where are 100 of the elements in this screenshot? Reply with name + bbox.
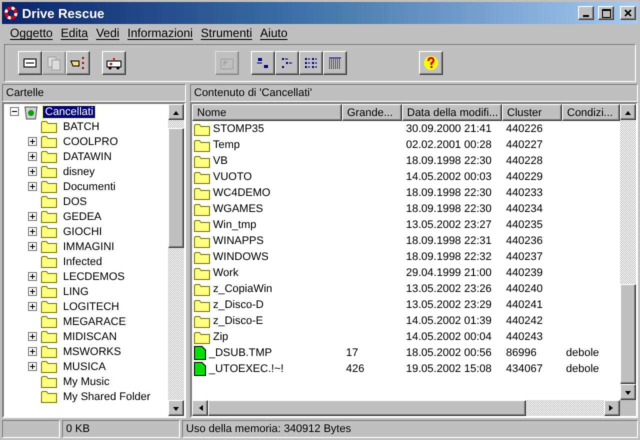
- tree-item[interactable]: MUSICA: [61, 360, 108, 372]
- expand-toggle[interactable]: [28, 212, 37, 221]
- expand-toggle[interactable]: [28, 332, 37, 341]
- file-name[interactable]: Temp: [213, 139, 240, 151]
- folder-icon: [41, 330, 57, 343]
- file-name[interactable]: VUOTO: [213, 171, 252, 183]
- file-name[interactable]: z_CopiaWin: [213, 283, 272, 295]
- cluster-cell: 440234: [506, 203, 543, 215]
- pane-title: Contenuto di 'Cancellati': [190, 84, 638, 102]
- menu-item[interactable]: Strumenti: [196, 26, 256, 40]
- tree-item[interactable]: DOS: [61, 196, 89, 208]
- column-header[interactable]: Condizi...: [562, 104, 620, 121]
- cluster-cell: 440239: [506, 267, 543, 279]
- toolbar-button[interactable]: [323, 51, 347, 75]
- file-name[interactable]: z_Disco-E: [213, 315, 264, 327]
- tree-item[interactable]: disney: [61, 166, 97, 178]
- folder-icon: [41, 135, 57, 148]
- expand-toggle[interactable]: [28, 152, 37, 161]
- tree-item[interactable]: LING: [61, 286, 91, 298]
- file-name[interactable]: Work: [213, 267, 238, 279]
- folder-icon: [194, 138, 210, 152]
- toolbar-button[interactable]: [66, 51, 90, 75]
- tree-item[interactable]: GEDEA: [61, 210, 104, 222]
- menu-item[interactable]: Edita: [56, 26, 92, 40]
- tree-item[interactable]: GIOCHI: [61, 226, 104, 238]
- maximize-button[interactable]: [598, 6, 614, 20]
- column-header[interactable]: Grande...: [342, 104, 402, 121]
- expand-toggle[interactable]: [28, 362, 37, 371]
- status-text: 0 KB: [62, 420, 180, 438]
- tree-item[interactable]: My Music: [61, 376, 112, 388]
- expand-toggle[interactable]: [28, 182, 37, 191]
- toolbar-button[interactable]: [275, 51, 299, 75]
- date-cell: 13.05.2002 23:26: [406, 283, 492, 295]
- lifebuoy-icon: [4, 6, 18, 20]
- tree-item[interactable]: Cancellati: [43, 106, 96, 118]
- expand-toggle[interactable]: [28, 167, 37, 176]
- file-name[interactable]: _UTOEXEC.!~!: [209, 363, 284, 375]
- folder-icon: [41, 345, 57, 358]
- menu-item[interactable]: Informazioni: [123, 26, 197, 40]
- column-header[interactable]: Data della modifi...: [402, 104, 502, 121]
- menu-item[interactable]: Vedi: [92, 26, 124, 40]
- cluster-cell: 434067: [506, 363, 543, 375]
- folder-icon: [41, 285, 57, 298]
- tree-item[interactable]: LECDEMOS: [61, 270, 127, 282]
- folder-icon: [41, 360, 57, 373]
- expand-toggle[interactable]: [28, 272, 37, 281]
- size-cell: 17: [346, 347, 358, 359]
- expand-toggle[interactable]: [28, 302, 37, 311]
- vertical-scrollbar[interactable]: [620, 104, 636, 400]
- toolbar-button[interactable]: [102, 51, 126, 75]
- file-name[interactable]: _DSUB.TMP: [209, 347, 272, 359]
- cluster-cell: 440229: [506, 171, 543, 183]
- folder-icon: [194, 202, 210, 216]
- file-name[interactable]: Zip: [213, 331, 228, 343]
- file-name[interactable]: WINAPPS: [213, 235, 264, 247]
- menu-item[interactable]: Oggetto: [6, 26, 57, 40]
- toolbar-button[interactable]: [18, 51, 42, 75]
- tree-item[interactable]: LOGITECH: [61, 300, 122, 312]
- tree-item[interactable]: My Shared Folder: [61, 390, 152, 402]
- tree-item[interactable]: MSWORKS: [61, 346, 124, 358]
- file-name[interactable]: Win_tmp: [213, 219, 256, 231]
- cluster-cell: 86996: [506, 347, 537, 359]
- file-name[interactable]: STOMP35: [213, 123, 264, 135]
- expand-toggle[interactable]: [28, 242, 37, 251]
- toolbar-button[interactable]: [419, 51, 443, 75]
- file-name[interactable]: z_Disco-D: [213, 299, 264, 311]
- folder-icon: [41, 225, 57, 238]
- vertical-scrollbar[interactable]: [168, 104, 184, 416]
- tree-item[interactable]: BATCH: [61, 120, 102, 132]
- file-name[interactable]: WINDOWS: [213, 251, 269, 263]
- file-name[interactable]: VB: [213, 155, 228, 167]
- file-name[interactable]: WC4DEMO: [213, 187, 270, 199]
- expand-toggle[interactable]: [28, 137, 37, 146]
- tree-item[interactable]: Infected: [61, 256, 104, 268]
- tree-item[interactable]: MEGARACE: [61, 316, 128, 328]
- menu-item[interactable]: Aiuto: [256, 26, 292, 40]
- column-header[interactable]: Cluster: [502, 104, 562, 121]
- folder-icon: [41, 180, 57, 193]
- tree-item[interactable]: MIDISCAN: [61, 330, 119, 342]
- close-button[interactable]: [620, 6, 636, 20]
- collapse-toggle[interactable]: [10, 107, 19, 116]
- tree-item[interactable]: COOLPRO: [61, 136, 120, 148]
- tree-item[interactable]: IMMAGINI: [61, 240, 116, 252]
- date-cell: 02.02.2001 00:28: [406, 139, 492, 151]
- folder-icon: [194, 170, 210, 184]
- minimize-button[interactable]: [578, 6, 594, 20]
- column-header[interactable]: Nome: [192, 104, 342, 121]
- file-name[interactable]: WGAMES: [213, 203, 264, 215]
- toolbar-button[interactable]: [299, 51, 323, 75]
- folder-icon: [41, 375, 57, 388]
- tree-item[interactable]: DATAWIN: [61, 150, 114, 162]
- tree-item[interactable]: Documenti: [61, 180, 118, 192]
- toolbar-button[interactable]: [251, 51, 275, 75]
- expand-toggle[interactable]: [28, 347, 37, 356]
- cluster-cell: 440242: [506, 315, 543, 327]
- cluster-cell: 440240: [506, 283, 543, 295]
- expand-toggle[interactable]: [28, 287, 37, 296]
- folder-icon: [41, 210, 57, 223]
- expand-toggle[interactable]: [28, 227, 37, 236]
- horizontal-scrollbar[interactable]: [192, 400, 636, 416]
